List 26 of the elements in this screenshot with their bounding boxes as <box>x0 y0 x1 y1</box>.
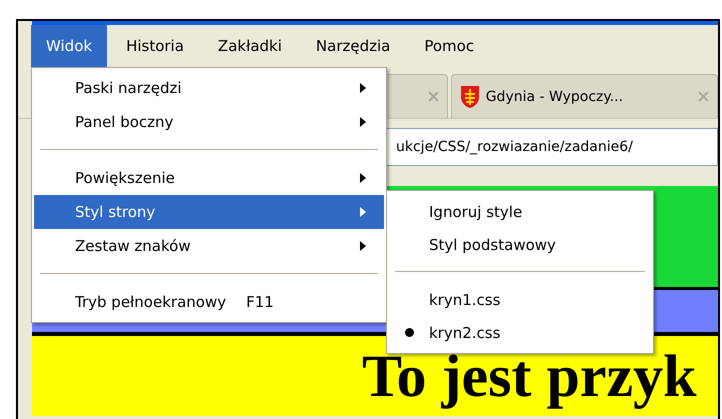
menu-bar-item[interactable]: Widok <box>31 25 108 67</box>
browser-tab[interactable]: Gdynia - Wypoczy... <box>450 74 718 118</box>
menu-bar-item[interactable]: Historia <box>111 25 199 67</box>
menu-item[interactable]: kryn2.css <box>389 316 651 349</box>
submenu-arrow-icon <box>360 241 366 251</box>
tab-title: Gdynia - Wypoczy... <box>486 88 624 104</box>
menu-item[interactable]: Styl strony <box>34 195 384 229</box>
menu-item[interactable]: Panel boczny <box>34 105 384 139</box>
shield-icon <box>460 84 480 108</box>
menu-item[interactable]: Paski narzędzi <box>34 71 384 105</box>
menu-bar-item[interactable]: Narzędzia <box>300 25 406 67</box>
page-heading: To jest przyk <box>362 346 696 411</box>
menu-bar-item[interactable]: Pomoc <box>409 25 490 67</box>
menu-item[interactable]: Ignoruj style <box>389 195 651 228</box>
submenu-arrow-icon <box>360 207 366 217</box>
menu-item[interactable]: Tryb pełnoekranowy F11 <box>34 285 384 319</box>
menu-item[interactable]: Zestaw znaków <box>34 229 384 263</box>
close-icon[interactable] <box>428 91 439 102</box>
menu-item[interactable]: Styl podstawowy <box>389 228 651 261</box>
menu-bar-item[interactable]: Zakładki <box>202 25 297 67</box>
menu-item[interactable]: kryn1.css <box>389 283 651 316</box>
submenu-arrow-icon <box>360 173 366 183</box>
submenu-arrow-icon <box>360 117 366 127</box>
close-icon[interactable] <box>698 91 709 102</box>
menu-item[interactable]: Powiększenie <box>34 161 384 195</box>
submenu-arrow-icon <box>360 83 366 93</box>
